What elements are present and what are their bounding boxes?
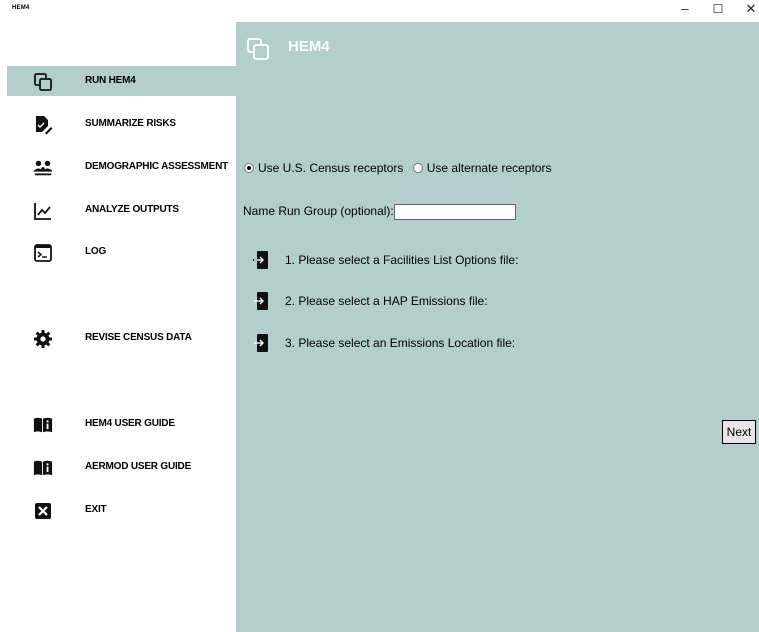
sidebar-item-summarize-risks[interactable]: SUMMARIZE RISKS xyxy=(7,109,236,139)
copy-windows-icon xyxy=(247,38,269,60)
people-icon xyxy=(33,160,53,176)
line-chart-icon xyxy=(34,203,51,220)
run-group-input[interactable] xyxy=(394,204,516,220)
sidebar-item-label: AERMOD USER GUIDE xyxy=(85,461,192,472)
sidebar-item-analyze-outputs[interactable]: ANALYZE OUTPUTS xyxy=(7,195,236,225)
emissions-location-label: 3. Please select an Emissions Location f… xyxy=(285,336,516,350)
sidebar-item-log[interactable]: LOG xyxy=(7,237,236,267)
app-title: HEM4 xyxy=(12,5,30,11)
sidebar-item-exit[interactable]: EXIT xyxy=(7,495,236,525)
sidebar-item-revise-census-data[interactable]: REVISE CENSUS DATA xyxy=(7,323,236,353)
close-window-button[interactable]: ✕ xyxy=(736,0,759,20)
title-bar: HEM4 – ☐ ✕ xyxy=(0,0,759,20)
minimize-button[interactable]: – xyxy=(670,0,700,20)
sidebar-item-hem4-user-guide[interactable]: HEM4 USER GUIDE xyxy=(7,409,236,439)
sidebar-item-label: REVISE CENSUS DATA xyxy=(85,332,192,343)
sidebar-item-label: EXIT xyxy=(85,504,107,515)
sidebar-item-aermod-user-guide[interactable]: AERMOD USER GUIDE xyxy=(7,452,236,482)
file-import-icon[interactable] xyxy=(253,250,269,270)
sidebar-item-label: LOG xyxy=(85,246,107,257)
alternate-receptors-label[interactable]: Use alternate receptors xyxy=(427,161,552,175)
census-receptors-radio[interactable] xyxy=(244,162,254,173)
receptor-options: Use U.S. Census receptors Use alternate … xyxy=(244,161,557,175)
run-group-label: Name Run Group (optional): xyxy=(243,204,394,218)
sidebar-item-demographic-assessment[interactable]: DEMOGRAPHIC ASSESSMENT xyxy=(7,152,236,182)
census-receptors-label[interactable]: Use U.S. Census receptors xyxy=(258,161,403,175)
sidebar-item-label: DEMOGRAPHIC ASSESSMENT xyxy=(85,161,229,172)
close-box-icon xyxy=(35,503,51,519)
sidebar: RUN HEM4 SUMMARIZE RISKS DEMOGRAPHIC ASS… xyxy=(0,22,236,632)
gear-icon xyxy=(34,330,52,348)
book-info-icon xyxy=(33,417,53,433)
hap-emissions-label: 2. Please select a HAP Emissions file: xyxy=(285,294,488,308)
copy-windows-icon xyxy=(34,73,52,91)
sidebar-item-label: SUMMARIZE RISKS xyxy=(85,118,176,129)
sidebar-item-run-hem4[interactable]: RUN HEM4 xyxy=(7,66,236,96)
document-edit-icon xyxy=(36,116,53,135)
facilities-list-label: 1. Please select a Facilities List Optio… xyxy=(285,253,519,267)
sidebar-item-label: HEM4 USER GUIDE xyxy=(85,418,175,429)
terminal-icon xyxy=(34,244,52,262)
file-import-icon[interactable] xyxy=(253,333,269,353)
file-import-icon[interactable] xyxy=(253,291,269,311)
sidebar-item-label: RUN HEM4 xyxy=(85,75,136,86)
alternate-receptors-radio[interactable] xyxy=(412,162,423,173)
next-button[interactable]: Next xyxy=(722,420,756,444)
sidebar-item-label: ANALYZE OUTPUTS xyxy=(85,204,179,215)
page-title: HEM4 xyxy=(288,38,330,55)
main-panel: HEM4 Use U.S. Census receptors Use alter… xyxy=(236,22,759,632)
maximize-button[interactable]: ☐ xyxy=(703,0,733,20)
book-info-icon xyxy=(33,460,53,476)
